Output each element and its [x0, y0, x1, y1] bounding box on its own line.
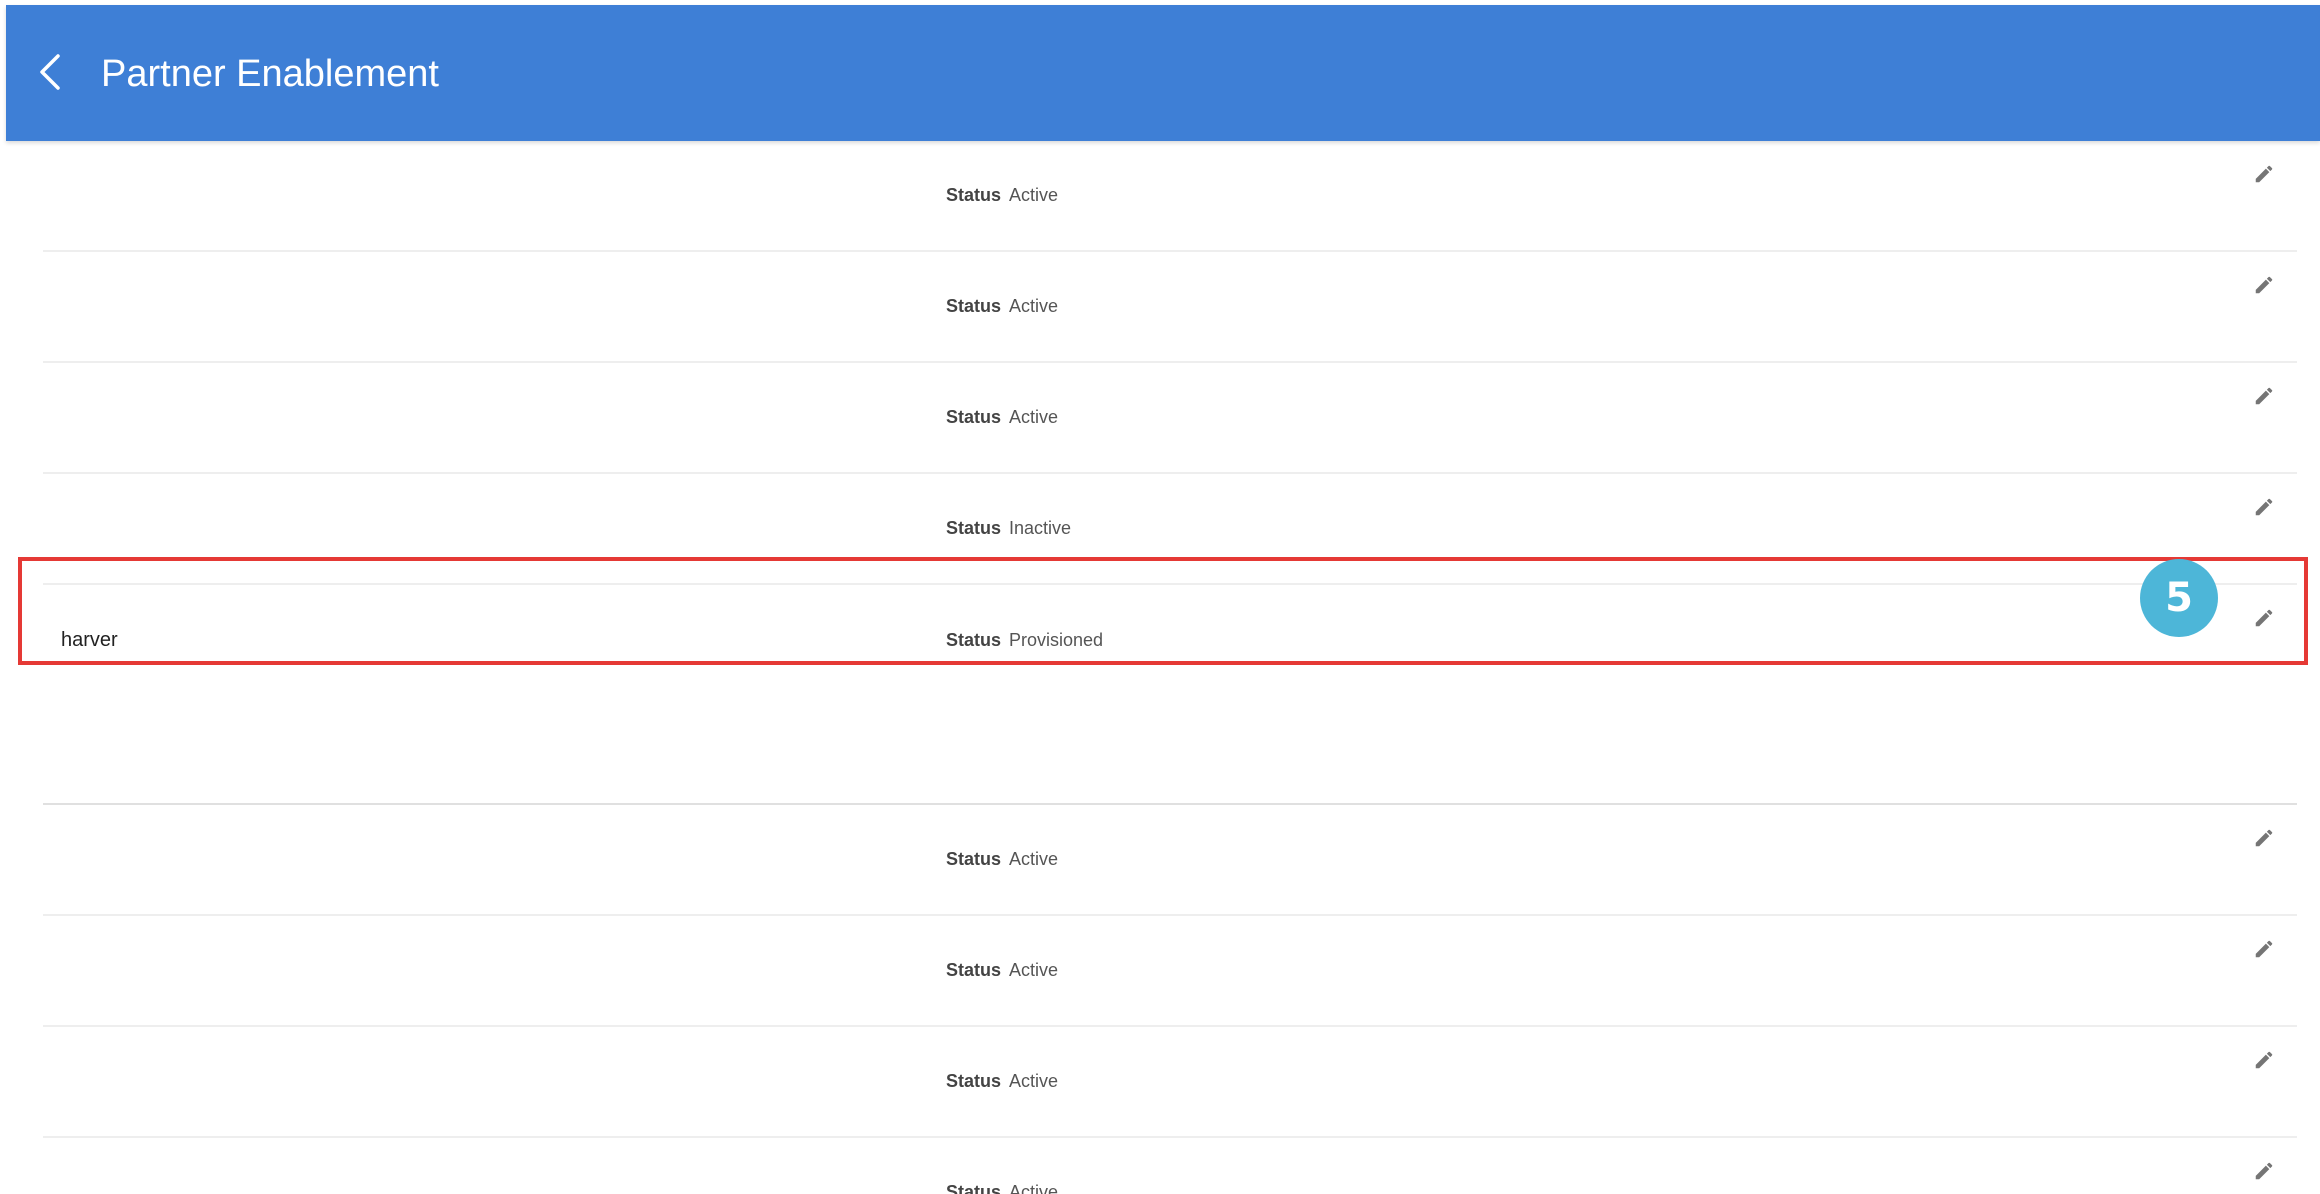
status-label: Status — [946, 960, 1002, 980]
partner-row: Status Active — [43, 1027, 2297, 1138]
edit-button[interactable] — [2241, 373, 2287, 419]
partner-row: Status Active — [43, 252, 2297, 363]
status-value: Active — [1009, 296, 1059, 316]
status-label: Status — [946, 849, 1002, 869]
partner-status: Status Active — [946, 1027, 1058, 1136]
status-label: Status — [946, 296, 1002, 316]
chevron-left-icon — [40, 54, 60, 90]
pencil-icon — [2255, 940, 2273, 958]
partner-status: Status Active — [946, 916, 1058, 1025]
partner-status: Status Active — [946, 805, 1058, 914]
partner-status: Status Provisioned — [946, 585, 1103, 696]
partner-status: Status Active — [946, 252, 1058, 361]
partner-row: Status Inactive — [43, 474, 2297, 585]
status-value: Active — [1009, 407, 1059, 427]
partner-row: Status Active — [43, 916, 2297, 1027]
pencil-icon — [2255, 276, 2273, 294]
edit-button[interactable] — [2241, 595, 2287, 641]
back-button[interactable] — [26, 43, 74, 101]
partner-status: Status Inactive — [946, 474, 1071, 583]
status-label: Status — [946, 407, 1002, 427]
pencil-icon — [2255, 498, 2273, 516]
pencil-icon — [2255, 1051, 2273, 1069]
app-header: Partner Enablement — [6, 5, 2320, 141]
pencil-icon — [2255, 829, 2273, 847]
status-value: Active — [1009, 1071, 1059, 1091]
pencil-icon — [2255, 165, 2273, 183]
partner-row: Status Active — [43, 1138, 2297, 1194]
partner-name: harver — [61, 629, 118, 651]
edit-button[interactable] — [2241, 926, 2287, 972]
partner-row-highlighted: harver Status Provisioned — [43, 585, 2297, 696]
status-value: Active — [1009, 849, 1059, 869]
step-badge: 5 — [2140, 559, 2218, 637]
pencil-icon — [2255, 1162, 2273, 1180]
partner-row: Status Active — [43, 363, 2297, 474]
status-label: Status — [946, 630, 1002, 650]
status-label: Status — [946, 1071, 1002, 1091]
status-label: Status — [946, 185, 1002, 205]
partner-row: Status Active — [43, 141, 2297, 252]
page-title: Partner Enablement — [101, 53, 439, 95]
partner-status: Status Active — [946, 363, 1058, 472]
status-value: Active — [1009, 185, 1059, 205]
pencil-icon — [2255, 387, 2273, 405]
edit-button[interactable] — [2241, 1037, 2287, 1083]
edit-button[interactable] — [2241, 1148, 2287, 1194]
edit-button[interactable] — [2241, 484, 2287, 530]
partner-status: Status Active — [946, 1138, 1058, 1194]
status-label: Status — [946, 518, 1002, 538]
pencil-icon — [2255, 609, 2273, 627]
edit-button[interactable] — [2241, 815, 2287, 861]
list-section-divider — [43, 735, 2297, 805]
partner-row: Status Active — [43, 805, 2297, 916]
edit-button[interactable] — [2241, 151, 2287, 197]
partner-status: Status Active — [946, 141, 1058, 250]
edit-button[interactable] — [2241, 262, 2287, 308]
status-value: Provisioned — [1009, 630, 1104, 650]
status-value: Active — [1009, 960, 1059, 980]
partner-enablement-screen: Partner Enablement Status Active Status … — [0, 0, 2320, 1194]
status-value: Inactive — [1009, 518, 1072, 538]
status-value: Active — [1009, 1182, 1059, 1194]
status-label: Status — [946, 1182, 1002, 1194]
